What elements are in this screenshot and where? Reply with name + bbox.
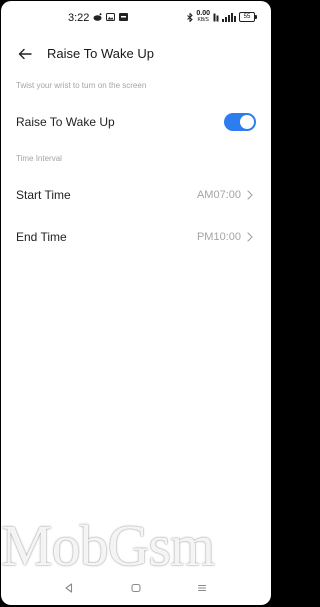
nav-back-button[interactable] [61, 580, 77, 596]
navigation-bar [1, 571, 271, 605]
status-notification-icons [93, 13, 128, 21]
nav-home-button[interactable] [128, 580, 144, 596]
battery-icon: 55 [239, 12, 257, 22]
toggle-knob [240, 115, 254, 129]
network-speed-unit: KB/S [197, 17, 209, 23]
start-time-row[interactable]: Start Time AM07:00 [1, 177, 271, 213]
arrow-left-icon [18, 48, 32, 60]
page-title: Raise To Wake Up [47, 46, 154, 61]
end-time-label: End Time [16, 230, 67, 244]
start-time-label: Start Time [16, 188, 71, 202]
back-button[interactable] [13, 43, 37, 65]
status-bar: 3:22 0.00 KB/S 55 [1, 1, 271, 37]
status-system-icons: 0.00 KB/S 55 [187, 10, 257, 23]
status-time: 3:22 [68, 12, 90, 24]
header: Raise To Wake Up [1, 39, 271, 69]
start-time-value: AM07:00 [196, 189, 241, 201]
chevron-right-icon [247, 232, 253, 242]
nav-recents-button[interactable] [194, 580, 210, 596]
end-time-value: PM10:00 [196, 231, 241, 243]
gallery-icon [106, 13, 115, 21]
feature-description: Twist your wrist to turn on the screen [16, 81, 147, 90]
end-time-row[interactable]: End Time PM10:00 [1, 219, 271, 255]
section-label-time-interval: Time Interval [16, 154, 62, 163]
app-notification-icon [119, 13, 128, 21]
watermark: MobGsm [1, 513, 215, 578]
volte-icon [213, 13, 219, 21]
back-triangle-icon [65, 583, 73, 593]
raise-to-wake-row[interactable]: Raise To Wake Up [1, 104, 271, 140]
recents-menu-icon [198, 585, 206, 591]
raise-to-wake-label: Raise To Wake Up [16, 115, 115, 129]
chevron-right-icon [247, 190, 253, 200]
bluetooth-icon [187, 12, 194, 22]
reddit-icon [93, 13, 102, 21]
network-speed: 0.00 KB/S [196, 10, 210, 23]
raise-to-wake-toggle[interactable] [224, 113, 256, 131]
home-square-icon [131, 583, 141, 593]
signal-icon [222, 12, 236, 22]
screen: 3:22 0.00 KB/S 55 Raise To Wake Up Twist… [1, 1, 271, 605]
